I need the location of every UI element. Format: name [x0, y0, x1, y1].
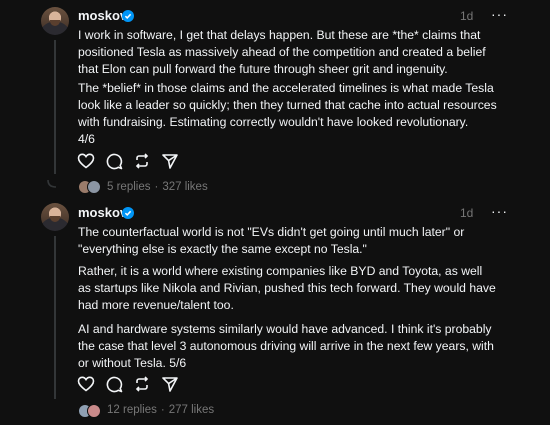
post-time: 1d — [460, 9, 474, 23]
post-stats: 5 replies · 327 likes — [107, 181, 208, 193]
heart-icon[interactable] — [76, 151, 96, 171]
repost-icon[interactable] — [132, 151, 152, 171]
more-options-button[interactable]: ··· — [491, 203, 508, 219]
post-paragraph: The *belief* in those claims and the acc… — [78, 81, 497, 146]
heart-icon[interactable] — [76, 374, 96, 394]
replier-avatar — [87, 404, 101, 418]
post-paragraph: AI and hardware systems similarly would … — [78, 322, 494, 370]
post-paragraph: The counterfactual world is not "EVs did… — [78, 225, 465, 256]
verified-icon — [122, 207, 134, 219]
post-stats: 12 replies · 277 likes — [107, 404, 215, 416]
repost-icon[interactable] — [132, 374, 152, 394]
share-icon[interactable] — [160, 151, 180, 171]
replier-avatars — [78, 180, 104, 194]
thread-line — [54, 40, 56, 174]
more-options-button[interactable]: ··· — [491, 6, 508, 22]
username[interactable]: moskov — [78, 8, 127, 23]
replies-count[interactable]: 12 replies — [107, 404, 157, 416]
reply-connector-icon — [47, 180, 57, 188]
post-paragraph: Rather, it is a world where existing com… — [78, 264, 496, 312]
avatar[interactable] — [41, 7, 69, 35]
comment-icon[interactable] — [104, 374, 124, 394]
replier-avatar — [87, 180, 101, 194]
share-icon[interactable] — [160, 374, 180, 394]
post-paragraph: I work in software, I get that delays ha… — [78, 28, 486, 76]
verified-icon — [122, 10, 134, 22]
replies-count[interactable]: 5 replies — [107, 181, 150, 193]
username[interactable]: moskov — [78, 205, 127, 220]
post-time: 1d — [460, 206, 474, 220]
likes-count[interactable]: 327 likes — [162, 181, 207, 193]
thread-line — [54, 236, 56, 399]
avatar[interactable] — [41, 203, 69, 231]
replier-avatars — [78, 404, 104, 418]
comment-icon[interactable] — [104, 151, 124, 171]
likes-count[interactable]: 277 likes — [169, 404, 214, 416]
